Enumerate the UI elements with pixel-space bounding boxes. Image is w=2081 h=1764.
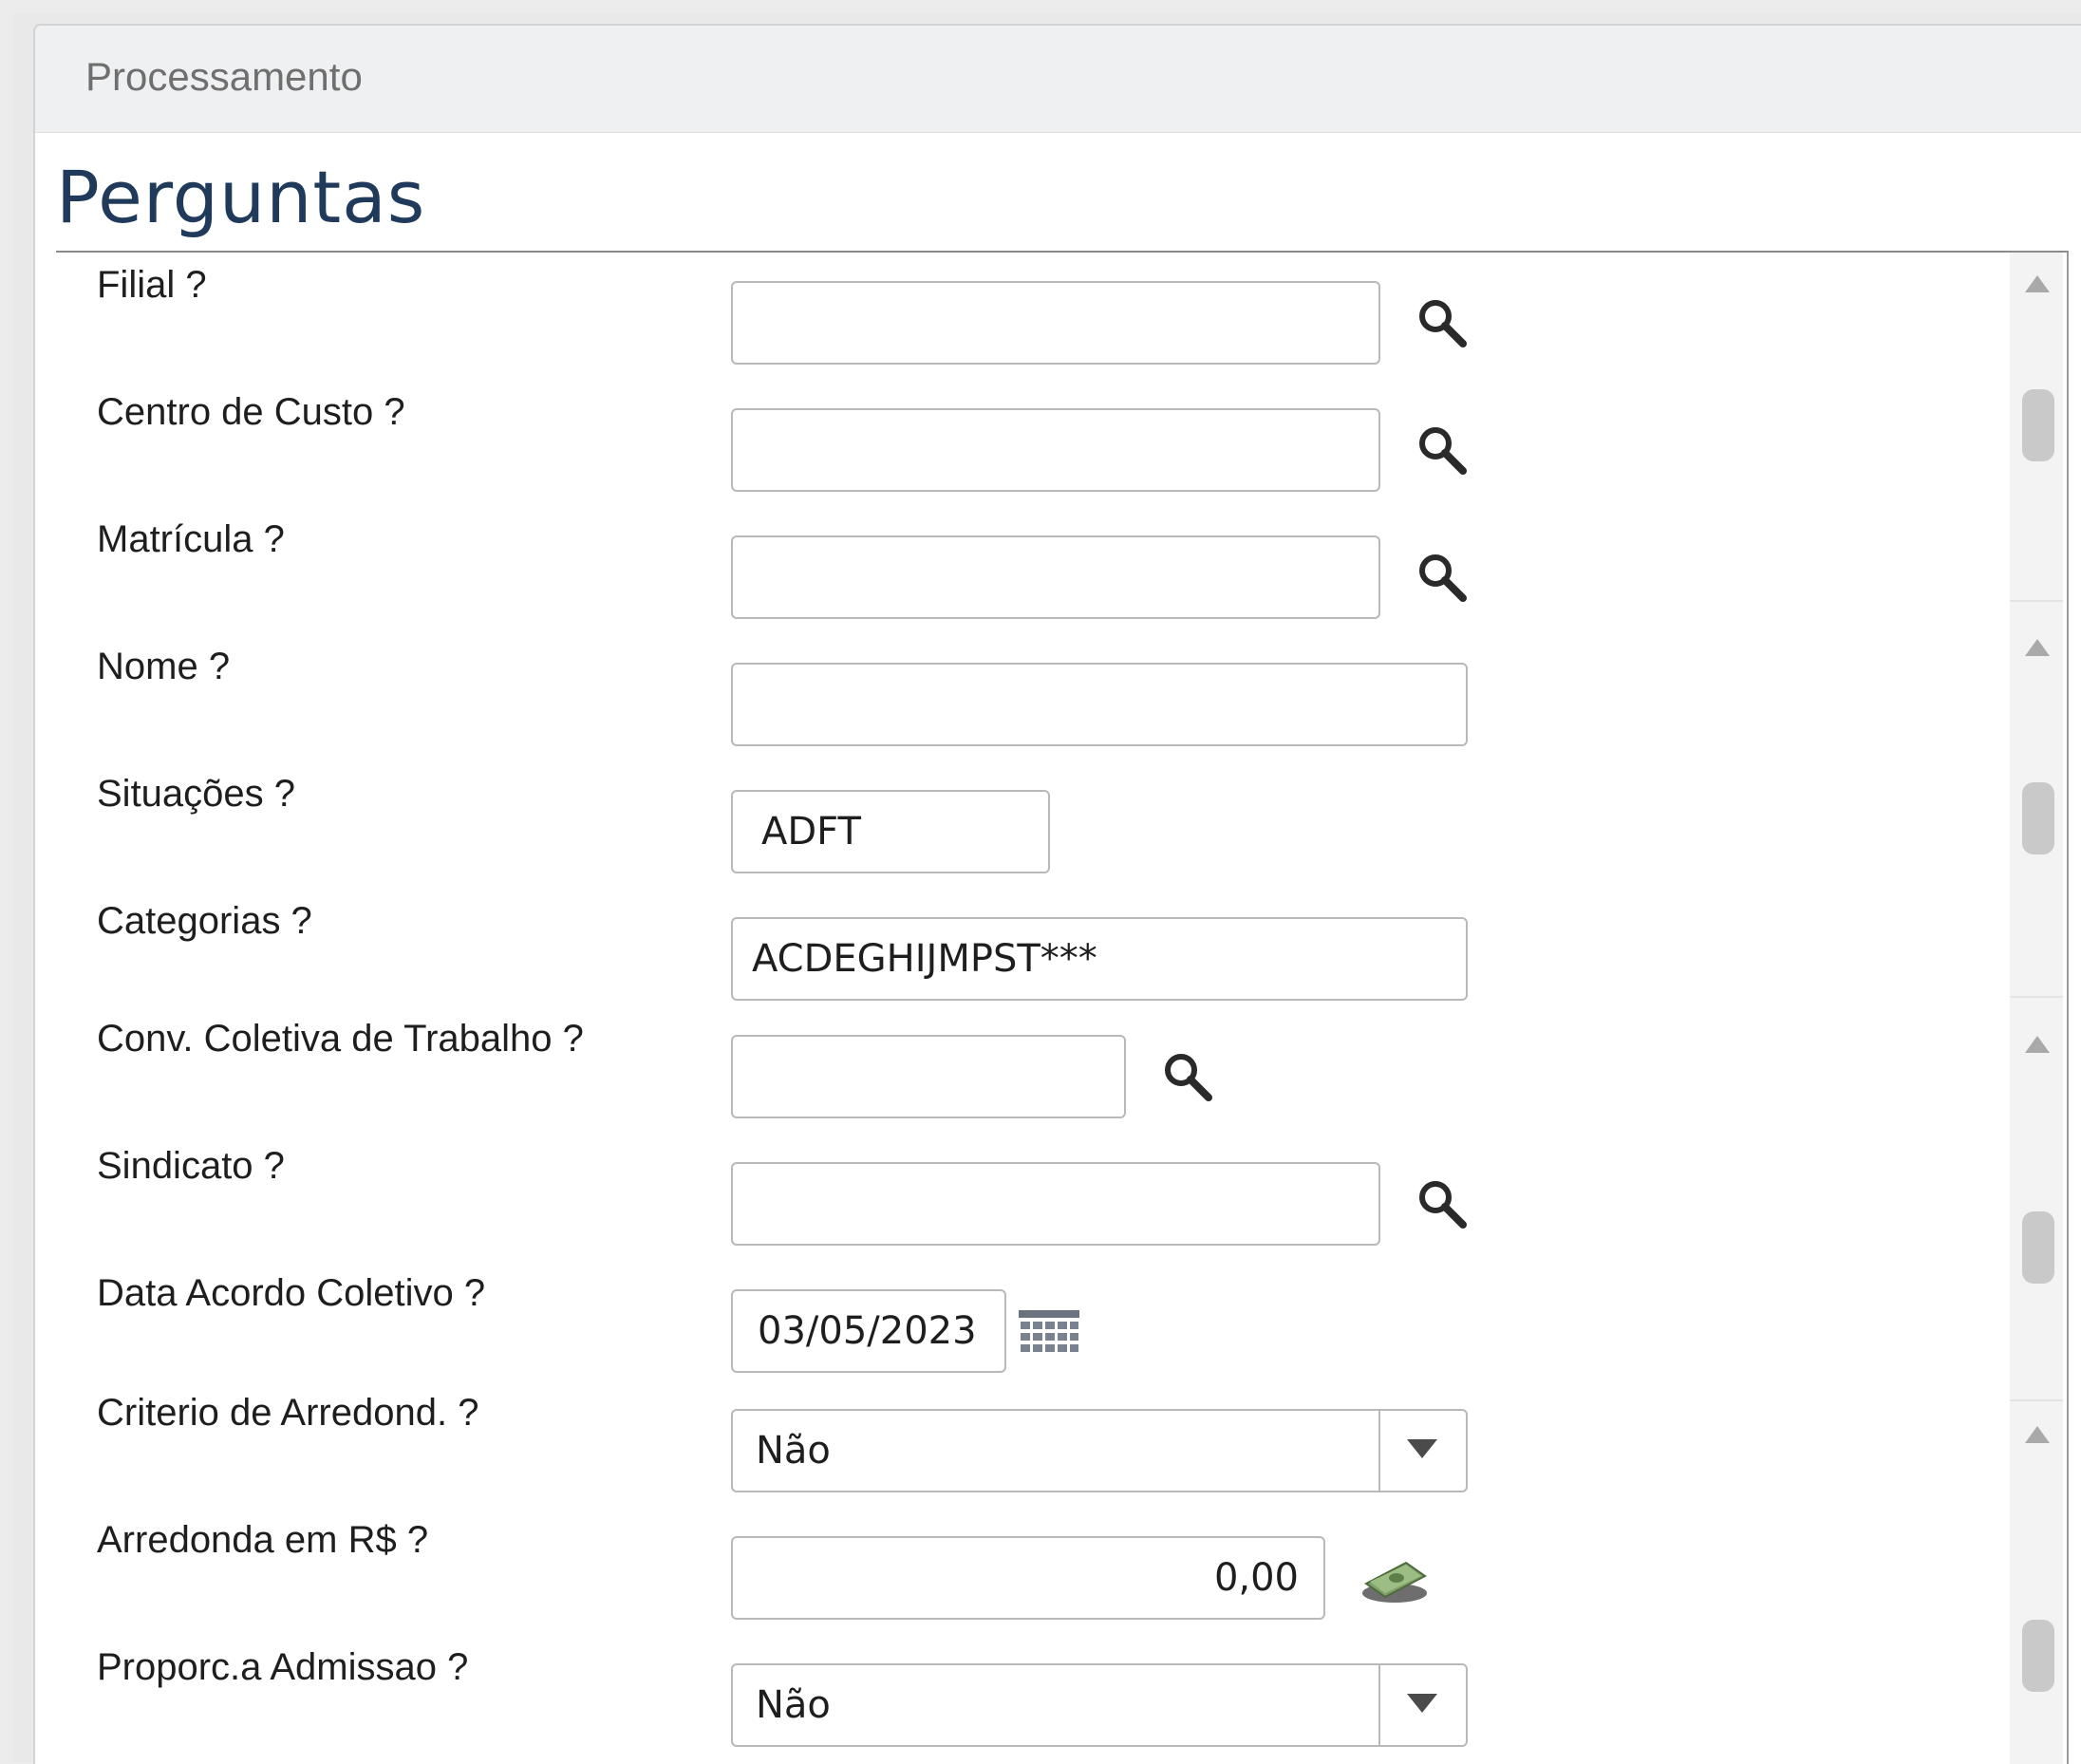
search-icon[interactable] — [1161, 1050, 1216, 1105]
scroll-thumb[interactable] — [2022, 782, 2054, 854]
search-icon[interactable] — [1415, 296, 1471, 351]
question-label-arredonda-rs: Arredonda em R$ ? — [97, 1519, 429, 1561]
scroll-thumb[interactable] — [2022, 1211, 2054, 1284]
question-label-conv-coletiva: Conv. Coletiva de Trabalho ? — [97, 1018, 584, 1060]
search-icon[interactable] — [1415, 423, 1471, 479]
sindicato-input[interactable] — [731, 1162, 1380, 1246]
question-label-matricula: Matrícula ? — [97, 518, 285, 560]
scroll-up-icon[interactable] — [2025, 1036, 2050, 1053]
panel-header: Processamento — [35, 26, 2081, 133]
scroll-thumb[interactable] — [2022, 389, 2054, 461]
proporc-admissao-select[interactable]: Não — [731, 1663, 1468, 1747]
filial-input[interactable] — [731, 281, 1380, 365]
data-acordo-input[interactable]: 03/05/2023 — [731, 1289, 1006, 1373]
arredonda-rs-input[interactable]: 0,00 — [731, 1536, 1325, 1620]
scroll-divider — [2010, 600, 2063, 602]
page-title: Perguntas — [56, 155, 426, 239]
chevron-down-icon — [1407, 1439, 1437, 1458]
question-label-data-acordo: Data Acordo Coletivo ? — [97, 1272, 486, 1314]
conv-coletiva-input[interactable] — [731, 1035, 1126, 1118]
question-label-categorias: Categorias ? — [97, 900, 312, 942]
questions-form: Filial ? Centro de Custo ? Matrícula ? N… — [56, 251, 2069, 1764]
question-label-nome: Nome ? — [97, 646, 231, 687]
proporc-admissao-dropdown-button[interactable] — [1378, 1665, 1466, 1745]
situacoes-input[interactable]: ADFT — [731, 790, 1050, 873]
search-icon[interactable] — [1415, 551, 1471, 606]
question-label-centro-custo: Centro de Custo ? — [97, 391, 405, 433]
processing-panel: Processamento Perguntas Filial ? Centro … — [33, 24, 2081, 1764]
criterio-arredond-value: Não — [756, 1429, 831, 1473]
chevron-down-icon — [1407, 1694, 1437, 1713]
money-icon[interactable] — [1359, 1555, 1431, 1604]
scroll-up-icon[interactable] — [2025, 275, 2050, 292]
scroll-up-icon[interactable] — [2025, 639, 2050, 656]
criterio-arredond-dropdown-button[interactable] — [1378, 1411, 1466, 1491]
proporc-admissao-value: Não — [756, 1683, 831, 1727]
vertical-scrollbar[interactable] — [2010, 253, 2063, 1764]
scroll-divider — [2010, 1399, 2063, 1401]
question-label-proporc-admissao: Proporc.a Admissao ? — [97, 1646, 469, 1688]
search-icon[interactable] — [1415, 1177, 1471, 1232]
calendar-icon[interactable] — [1019, 1310, 1079, 1360]
question-label-sindicato: Sindicato ? — [97, 1145, 285, 1187]
centro-custo-input[interactable] — [731, 408, 1380, 492]
scroll-up-icon[interactable] — [2025, 1426, 2050, 1443]
question-label-situacoes: Situações ? — [97, 773, 296, 815]
question-label-filial: Filial ? — [97, 264, 207, 306]
scroll-thumb[interactable] — [2022, 1620, 2054, 1692]
nome-input[interactable] — [731, 663, 1468, 746]
panel-header-label: Processamento — [85, 54, 363, 99]
matricula-input[interactable] — [731, 535, 1380, 619]
scroll-divider — [2010, 996, 2063, 998]
criterio-arredond-select[interactable]: Não — [731, 1409, 1468, 1492]
question-label-criterio-arredond: Criterio de Arredond. ? — [97, 1392, 479, 1434]
categorias-input[interactable]: ACDEGHIJMPST*** — [731, 917, 1468, 1001]
